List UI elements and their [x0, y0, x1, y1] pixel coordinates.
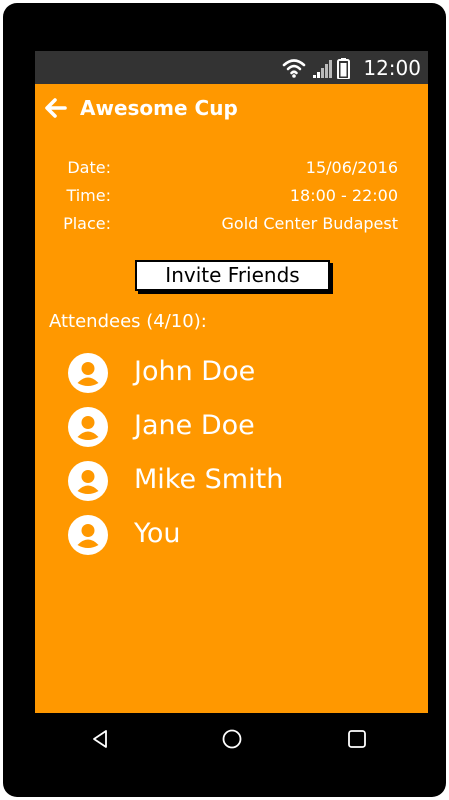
list-item: Mike Smith — [35, 458, 428, 502]
list-item: Jane Doe — [35, 404, 428, 448]
event-time-row: Time: 18:00 - 22:00 — [35, 183, 428, 209]
status-glyphs — [282, 58, 350, 80]
date-value: 15/06/2016 — [305, 158, 398, 177]
place-value: Gold Center Budapest — [221, 214, 399, 233]
arrow-left-icon[interactable] — [45, 98, 67, 122]
status-time: 12:00 — [363, 56, 421, 80]
wifi-icon — [282, 59, 306, 75]
time-value: 18:00 - 22:00 — [289, 186, 398, 205]
attendees-heading: Attendees (4/10): — [49, 311, 207, 332]
status-bar: 12:00 — [35, 51, 428, 84]
status-icons — [282, 57, 352, 83]
list-item: You — [35, 512, 428, 556]
place-label: Place: — [63, 214, 111, 233]
attendee-name: You — [134, 518, 181, 549]
list-item: John Doe — [35, 350, 428, 394]
triangle-back-icon[interactable] — [90, 728, 112, 754]
attendee-name: John Doe — [134, 356, 256, 387]
attendee-name: Mike Smith — [134, 464, 284, 495]
event-date-row: Date: 15/06/2016 — [35, 155, 428, 181]
signal-icon — [313, 60, 332, 78]
attendee-name: Jane Doe — [134, 410, 255, 441]
phone-frame: 12:00 Awesome Cup Date: 15/06/2016 Time:… — [3, 3, 446, 797]
account-circle-icon — [68, 515, 108, 559]
battery-icon — [337, 58, 350, 80]
time-label: Time: — [66, 186, 111, 205]
account-circle-icon — [68, 461, 108, 505]
invite-friends-button[interactable]: Invite Friends — [135, 260, 330, 291]
account-circle-icon — [68, 353, 108, 397]
account-circle-icon — [68, 407, 108, 451]
screen: 12:00 Awesome Cup Date: 15/06/2016 Time:… — [35, 51, 428, 767]
page-title: Awesome Cup — [80, 96, 238, 120]
square-recent-icon[interactable] — [346, 728, 368, 754]
date-label: Date: — [67, 158, 111, 177]
event-place-row: Place: Gold Center Budapest — [35, 211, 428, 237]
circle-home-icon[interactable] — [221, 728, 243, 754]
navigation-bar — [35, 713, 428, 767]
app-header: Awesome Cup — [35, 84, 428, 134]
